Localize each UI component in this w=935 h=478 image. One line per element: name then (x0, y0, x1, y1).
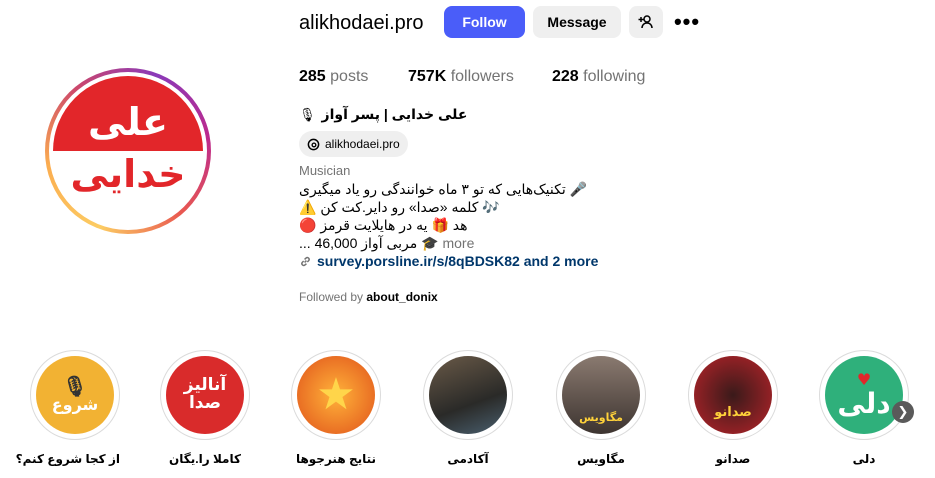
bio-line-1: 🎤 تکنیک‌هایی که تو ۳ ماه خوانندگی رو یاد… (299, 181, 588, 197)
posts-label: posts (330, 68, 369, 85)
more-options-button[interactable]: ••• (673, 6, 701, 38)
highlight-cover: ♥ دلی (825, 356, 903, 434)
follow-button[interactable]: Follow (444, 6, 525, 38)
followed-by-user[interactable]: about_donix (366, 290, 437, 304)
highlight-3[interactable]: ★ نتایج هنرجوها (291, 350, 381, 466)
highlight-cover: آنالیز صدا (166, 356, 244, 434)
highlight-cover-text: مگاویس (579, 411, 623, 425)
highlight-label: دلی (852, 452, 876, 466)
add-user-icon (638, 15, 653, 29)
highlight-cover-text: صدانو (714, 405, 752, 421)
following-count: 228 (552, 68, 579, 85)
followed-by-prefix: Followed by (299, 290, 364, 304)
avatar-text-top: علی (88, 100, 168, 144)
chevron-right-icon: ❯ (897, 404, 909, 419)
highlight-cover-text: آنالیز صدا (183, 375, 227, 413)
highlight-1[interactable]: 🎙 شروع از کجا شروع کنم؟ (15, 350, 120, 466)
following-label: following (583, 68, 646, 85)
highlight-cover-text: دلی (837, 386, 891, 420)
highlight-label: نتایج هنرجوها (295, 452, 377, 466)
threads-icon (307, 138, 320, 150)
highlight-cover: صدانو (694, 356, 772, 434)
ellipsis-icon: ••• (673, 9, 701, 34)
highlight-cover (429, 356, 507, 434)
star-icon: ★ (316, 368, 356, 420)
following-stat[interactable]: 228 following (552, 68, 645, 86)
highlight-label: آکادمی (447, 452, 489, 466)
bio-more-link[interactable]: more (442, 235, 474, 251)
avatar-text-bottom: خدایی (70, 152, 186, 196)
followers-count: 757K (408, 68, 447, 85)
highlight-label: مگاویس (577, 452, 625, 466)
followed-by: Followed by about_donix (299, 290, 438, 304)
highlight-cover-text: شروع (51, 395, 99, 415)
threads-badge[interactable]: alikhodaei.pro (299, 131, 408, 157)
highlight-ring (423, 350, 513, 440)
highlight-cover: 🎙 شروع (36, 356, 114, 434)
microphone-icon: 🎙 (62, 374, 88, 399)
highlight-label: صدانو (715, 452, 751, 466)
microphone-icon: 🎙 (299, 106, 316, 122)
highlight-ring: 🎙 شروع (30, 350, 120, 440)
highlight-6[interactable]: صدانو صدانو (688, 350, 778, 466)
highlight-cover: مگاویس (562, 356, 640, 434)
profile-username: alikhodaei.pro (299, 12, 424, 34)
highlight-label: از کجا شروع کنم؟ (15, 452, 120, 466)
suggested-accounts-button[interactable] (629, 6, 663, 38)
posts-stat: 285 posts (299, 68, 368, 86)
highlight-ring: صدانو (688, 350, 778, 440)
full-name-row: 🎙 علی خدایی | پسر آواز (299, 106, 467, 123)
bio-link-text: survey.porsline.ir/s/8qBDSK82 and 2 more (317, 253, 599, 269)
posts-count: 285 (299, 68, 326, 85)
followers-stat[interactable]: 757K followers (408, 68, 514, 86)
highlight-5[interactable]: مگاویس مگاویس (556, 350, 646, 466)
profile-category: Musician (299, 163, 351, 178)
highlight-4[interactable]: آکادمی (423, 350, 513, 466)
highlight-ring: ★ (291, 350, 381, 440)
bio-line-2: 🎶 کلمه «صدا» رو دایر.کت کن ⚠️ (299, 199, 500, 215)
full-name: علی خدایی | پسر آواز (321, 106, 468, 122)
highlights-next-button[interactable]: ❯ (892, 401, 914, 423)
highlight-cover: ★ (297, 356, 375, 434)
highlight-ring: ♥ دلی (819, 350, 909, 440)
avatar-image: علی خدایی (53, 76, 203, 226)
bio-line-4-row: 🎓 مربی آواز 46,000 ... more (299, 235, 474, 252)
highlight-label: کاملا را.یگان (169, 452, 241, 466)
highlight-ring: آنالیز صدا (160, 350, 250, 440)
bio-line-3: هد 🎁 یه در هایلایت قرمز 🔴 (299, 217, 468, 233)
link-icon (301, 256, 310, 266)
bio-line-4: 🎓 مربی آواز 46,000 ... (299, 235, 439, 251)
highlight-2[interactable]: آنالیز صدا کاملا را.یگان (160, 350, 250, 466)
bio-link[interactable]: survey.porsline.ir/s/8qBDSK82 and 2 more (299, 253, 598, 269)
profile-avatar[interactable]: علی خدایی (45, 68, 211, 234)
highlight-ring: مگاویس (556, 350, 646, 440)
threads-handle: alikhodaei.pro (325, 137, 400, 151)
avatar-frame: علی خدایی (49, 72, 207, 230)
message-button[interactable]: Message (533, 6, 621, 38)
followers-label: followers (450, 68, 514, 85)
